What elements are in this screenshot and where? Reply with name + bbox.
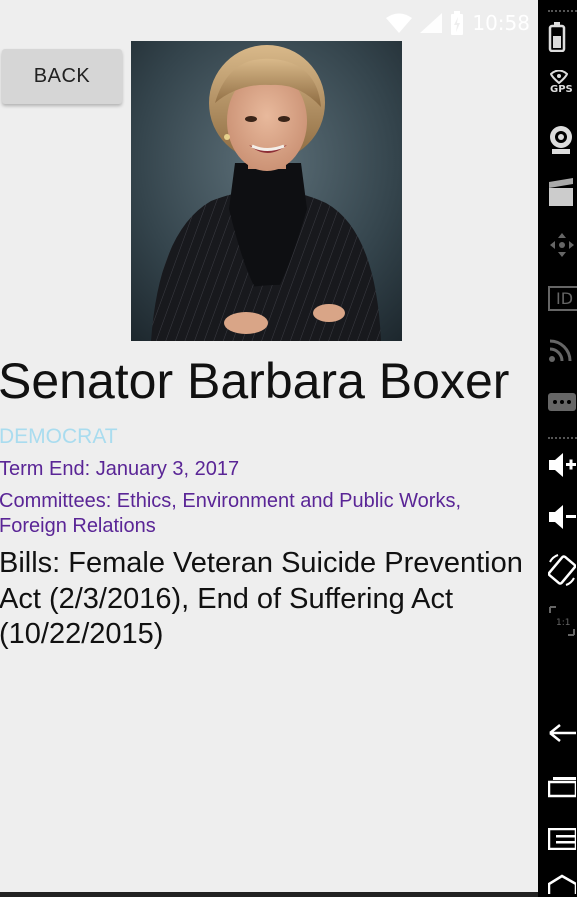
rotate-icon[interactable] [538,552,577,588]
committees: Committees: Ethics, Environment and Publ… [0,490,462,537]
senator-party: DEMOCRAT [0,425,118,448]
toolbar-grip [548,10,577,12]
volume-up-icon[interactable] [538,448,577,482]
overview-icon[interactable] [538,872,577,897]
status-time: 10:58 [472,11,530,35]
term-end: Term End: January 3, 2017 [0,458,240,480]
volume-down-icon[interactable] [538,500,577,534]
home-icon[interactable] [538,770,577,804]
video-icon[interactable] [538,176,577,210]
back-icon[interactable] [538,716,577,750]
battery-icon[interactable] [538,20,577,54]
emulator-toolbar: GPS ID 1:1 [538,0,577,897]
rss-icon[interactable] [538,333,577,367]
dpad-icon[interactable] [538,228,577,262]
status-icons: 10:58 [386,9,530,37]
wifi-icon [386,13,413,33]
battery-charging-icon [451,11,464,35]
gps-icon[interactable]: GPS [538,70,577,104]
id-label: ID [548,285,577,311]
cell-signal-icon [420,13,443,33]
senator-photo [131,41,402,341]
status-bar: 10:58 [0,0,538,45]
svg-text:1:1: 1:1 [556,618,570,628]
bottom-divider [0,892,538,897]
app-screen: 10:58 BACK Senator Barbara Boxer DEMOCRA… [0,0,538,897]
bills: Bills: Female Veteran Suicide Prevention… [0,547,523,650]
back-button[interactable]: BACK [2,49,122,104]
senator-name: Senator Barbara Boxer [0,353,510,409]
scale-icon[interactable]: 1:1 [538,604,577,638]
toolbar-separator [548,437,577,439]
camera-icon[interactable] [538,122,577,156]
more-icon[interactable] [538,385,577,419]
menu-icon[interactable] [538,822,577,856]
id-icon[interactable]: ID [538,281,577,315]
gps-label: GPS [550,84,573,95]
